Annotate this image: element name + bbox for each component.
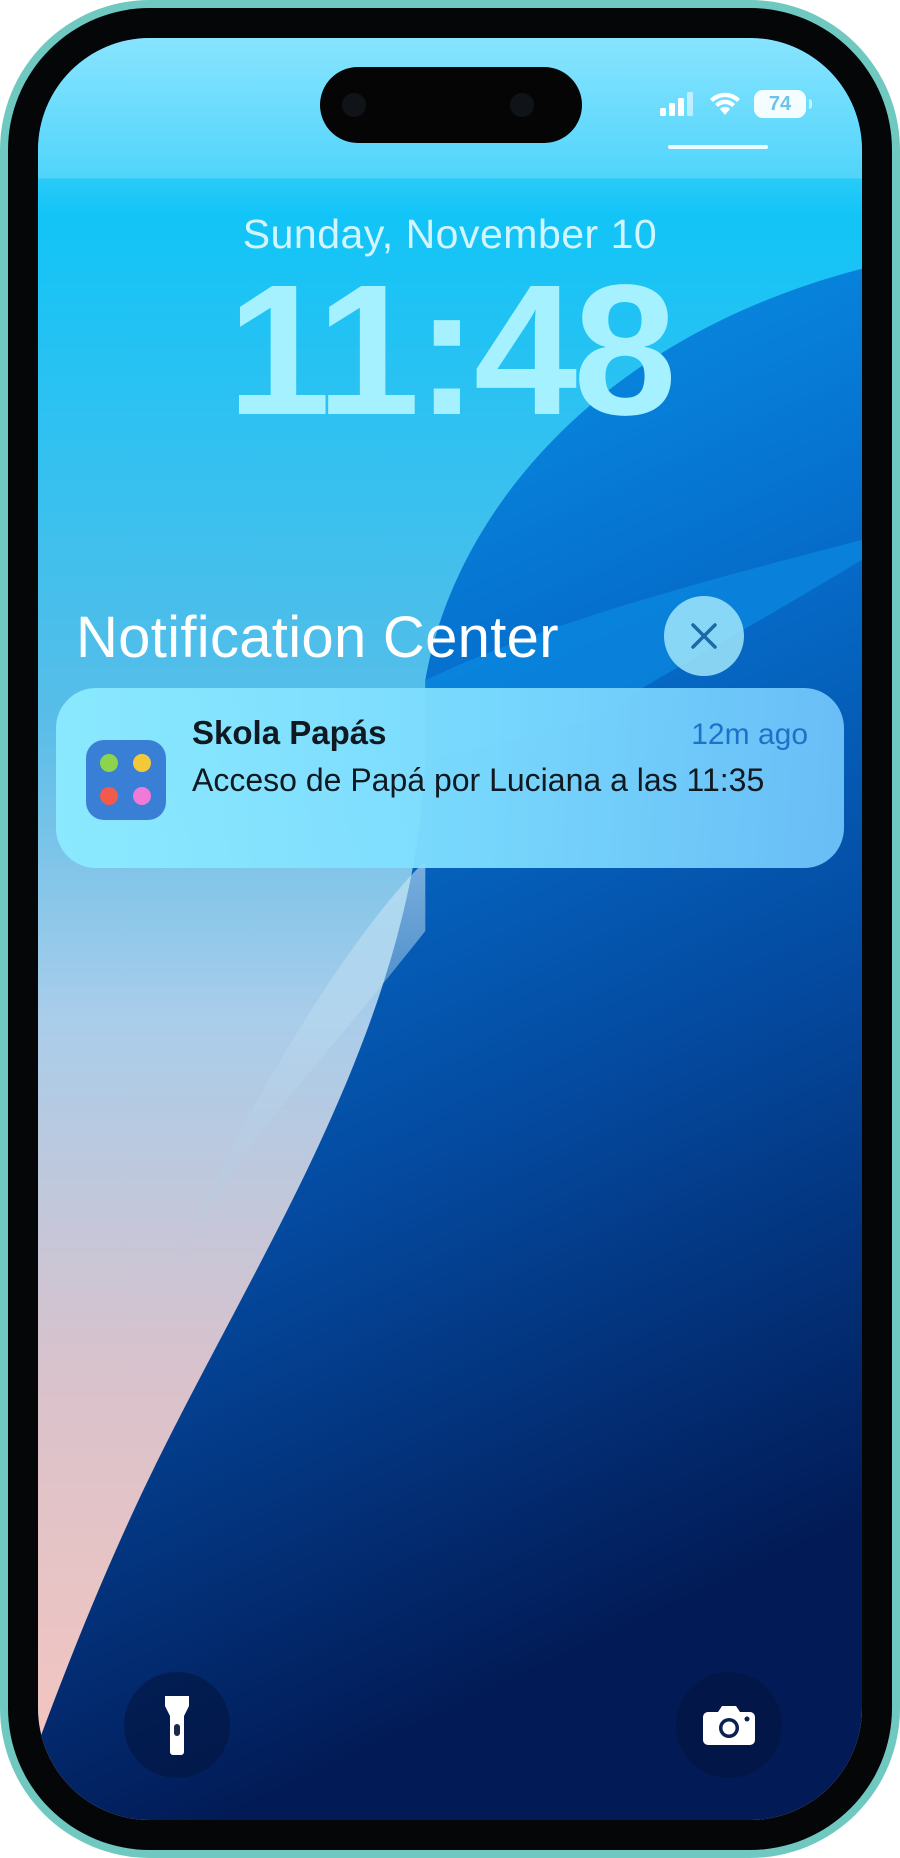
lock-clock: 11:48 <box>227 247 676 454</box>
sensor-dot <box>510 93 534 117</box>
notification-center-title: Notification Center <box>76 605 559 670</box>
cellular-signal-icon <box>660 92 696 116</box>
app-icon-dot-green <box>100 754 118 772</box>
camera-icon <box>703 1706 755 1745</box>
app-icon-dot-pink <box>133 787 151 805</box>
close-icon <box>691 623 717 649</box>
camera-button[interactable] <box>676 1672 782 1778</box>
battery-tip <box>809 99 812 109</box>
phone-frame: 74 Sunday, November 10 11:48 Notificatio… <box>0 0 900 1858</box>
skola-app-icon <box>86 740 166 820</box>
app-icon-dot-yellow <box>133 754 151 772</box>
flashlight-icon <box>165 1696 189 1755</box>
wifi-icon <box>708 91 742 117</box>
app-icon-dot-red <box>100 787 118 805</box>
lock-screen: 74 Sunday, November 10 11:48 Notificatio… <box>38 38 862 1820</box>
notification-message: Acceso de Papá por Luciana a las 11:35 <box>192 762 765 798</box>
status-bar: 74 <box>660 90 812 118</box>
battery-icon: 74 <box>754 90 812 118</box>
notification-app-name: Skola Papás <box>192 714 387 751</box>
phone-bezel: 74 Sunday, November 10 11:48 Notificatio… <box>8 8 892 1850</box>
clear-notifications-button[interactable] <box>664 596 744 676</box>
dynamic-island <box>320 67 582 143</box>
status-underline <box>668 145 768 149</box>
notification-card[interactable]: Skola Papás 12m ago Acceso de Papá por L… <box>56 688 844 868</box>
flashlight-button[interactable] <box>124 1672 230 1778</box>
notification-time: 12m ago <box>691 718 808 751</box>
front-camera-dot <box>342 93 366 117</box>
battery-level: 74 <box>768 92 792 115</box>
